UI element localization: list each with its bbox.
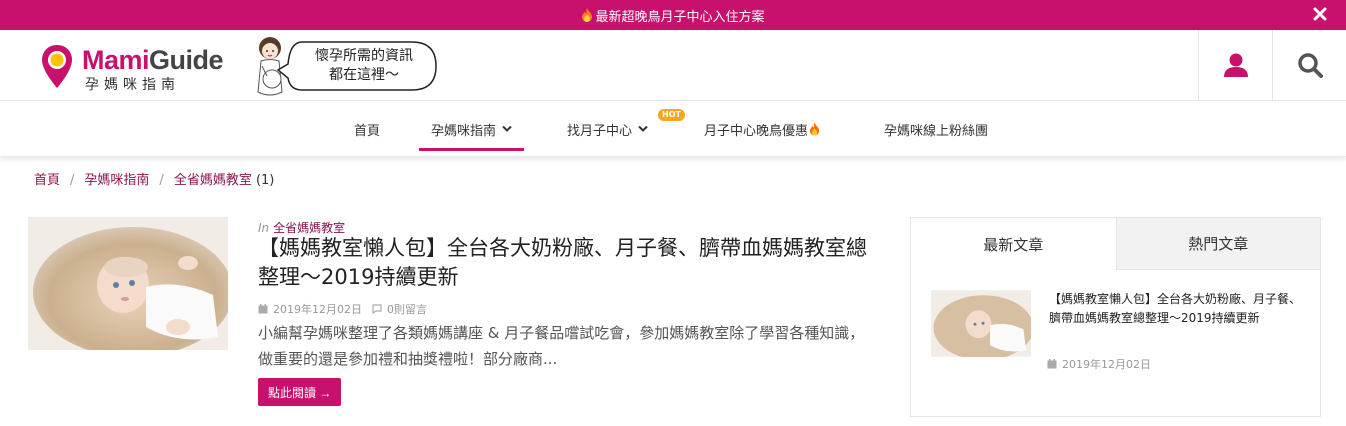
nav-item-home[interactable]: 首頁 <box>354 101 380 157</box>
article-category-link[interactable]: 全省媽媽教室 <box>273 221 345 235</box>
article-excerpt: 小編幫孕媽咪整理了各類媽媽講座 & 月子餐品嚐試吃會，參加媽媽教室除了學習各種知… <box>258 324 865 368</box>
sidebar-post-date: 2019年12月02日 <box>1062 358 1151 371</box>
baby-photo <box>931 290 1031 357</box>
article-thumbnail[interactable] <box>28 217 228 350</box>
calendar-icon <box>258 304 268 314</box>
nav-label: 孕媽咪線上粉絲團 <box>884 123 989 139</box>
close-icon[interactable] <box>1312 6 1328 22</box>
nav-item-fan-group[interactable]: 孕媽咪線上粉絲團 <box>884 101 988 157</box>
nav-label: 月子中心晚鳥優惠 <box>704 123 809 139</box>
brand-subtitle: 孕媽咪指南 <box>85 77 180 93</box>
breadcrumb-separator: / <box>159 173 164 188</box>
announcement-text[interactable]: 最新超晚鳥月子中心入住方案 <box>595 6 764 25</box>
user-button[interactable] <box>1198 30 1272 100</box>
search-button[interactable] <box>1272 30 1346 100</box>
user-icon <box>1223 53 1248 77</box>
nav-label: 孕媽咪指南 <box>431 123 497 139</box>
site-header: MamiGuide 孕媽咪指南 懷孕所需的資訊 都在這裡～ <box>0 30 1346 101</box>
main-nav: 首頁 孕媽咪指南 找月子中心 HOT 月子中心晚鳥優惠 孕媽咪線上粉絲團 <box>0 101 1346 157</box>
article-date: 2019年12月02日 <box>273 303 362 316</box>
nav-label: 找月子中心 <box>567 123 633 139</box>
chevron-down-icon <box>638 125 648 132</box>
calendar-icon <box>1047 359 1057 369</box>
fire-icon <box>582 8 593 22</box>
site-logo[interactable]: MamiGuide 孕媽咪指南 <box>40 44 230 93</box>
comment-icon <box>372 304 382 314</box>
sidebar-post-thumbnail[interactable] <box>931 290 1031 357</box>
sidebar-post-title[interactable]: 【媽媽教室懶人包】全台各大奶粉廠、月子餐、臍帶血媽媽教室總整理～2019持續更新 <box>1049 290 1309 328</box>
article-title[interactable]: 【媽媽教室懶人包】全台各大奶粉廠、月子餐、臍帶血媽媽教室總整理～2019持續更新 <box>258 234 878 292</box>
chevron-down-icon <box>502 125 512 132</box>
announcement-bar[interactable]: 最新超晚鳥月子中心入住方案 <box>0 0 1346 30</box>
sidebar-post-meta: 2019年12月02日 <box>1047 356 1151 372</box>
breadcrumb-home[interactable]: 首頁 <box>34 173 60 188</box>
breadcrumb-category[interactable]: 全省媽媽教室 <box>174 173 252 188</box>
sidebar-tabs: 最新文章 熱門文章 <box>911 218 1320 270</box>
article-comments[interactable]: 0則留言 <box>387 301 427 317</box>
sidebar-widget: 最新文章 熱門文章 【媽媽教室懶人包】全台各大奶粉廠、月子餐、臍帶血媽媽教室總整… <box>910 217 1321 417</box>
brand-name: MamiGuide <box>82 44 224 76</box>
read-more-button[interactable]: 點此閱讀 → <box>258 378 342 406</box>
in-label: In <box>258 221 270 235</box>
breadcrumb-mami-guide[interactable]: 孕媽咪指南 <box>84 173 149 188</box>
nav-item-mami-guide[interactable]: 孕媽咪指南 <box>419 101 525 157</box>
breadcrumb-count: (1) <box>255 173 275 188</box>
speech-bubble: 懷孕所需的資訊 都在這裡～ <box>276 40 438 92</box>
tab-latest[interactable]: 最新文章 <box>911 218 1116 270</box>
baby-photo <box>28 217 228 350</box>
bubble-line-2: 都在這裡～ <box>329 67 399 83</box>
search-icon <box>1297 53 1323 78</box>
hot-badge: HOT <box>658 109 685 121</box>
brand-mami: Mami <box>82 45 150 75</box>
article-meta: 2019年12月02日 0則留言 <box>258 301 427 317</box>
nav-item-find-center[interactable]: 找月子中心 <box>567 101 648 157</box>
nav-item-early-bird[interactable]: 月子中心晚鳥優惠 <box>704 101 820 157</box>
breadcrumb-separator: / <box>70 173 75 188</box>
breadcrumb: 首頁 / 孕媽咪指南 / 全省媽媽教室 (1) <box>34 169 274 188</box>
tab-popular[interactable]: 熱門文章 <box>1115 218 1320 270</box>
nav-label: 首頁 <box>354 123 381 139</box>
fire-icon <box>809 122 820 136</box>
brand-guide: Guide <box>149 45 224 75</box>
map-pin-logo-icon <box>42 45 72 88</box>
bubble-line-1: 懷孕所需的資訊 <box>315 48 413 64</box>
